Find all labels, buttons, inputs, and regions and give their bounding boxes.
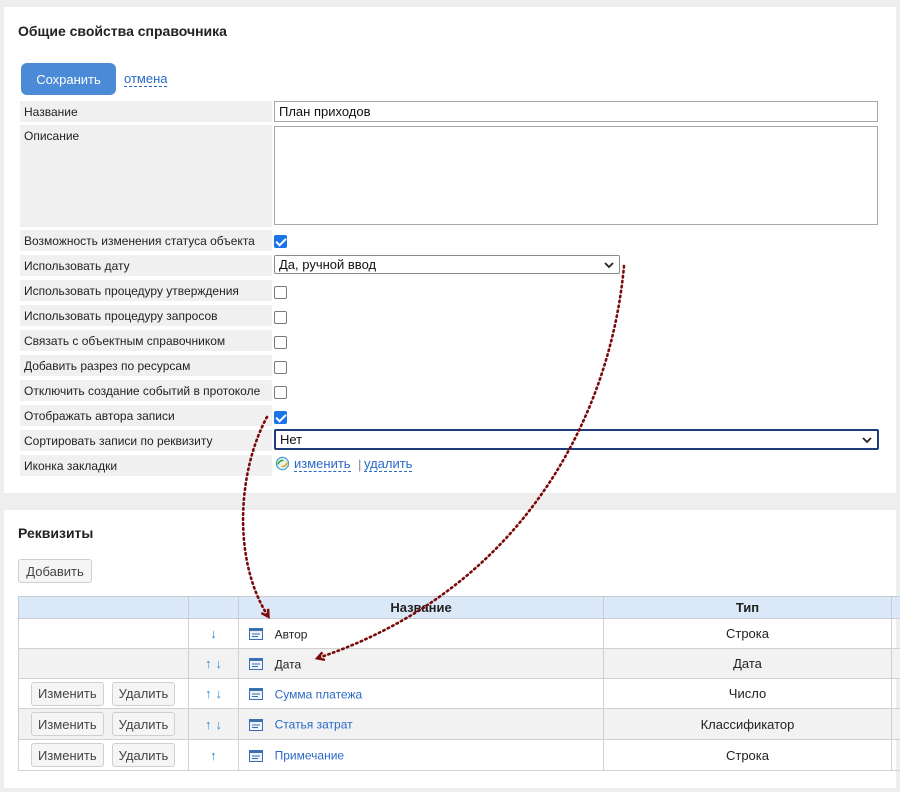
arrow-up-icon[interactable]: ↑ xyxy=(205,717,212,732)
field-label-status-change: Возможность изменения статуса объекта xyxy=(20,230,272,251)
chevron-down-icon xyxy=(862,437,872,444)
approval-checkbox[interactable] xyxy=(274,286,287,299)
field-form-icon xyxy=(249,718,263,731)
row-order-cell: ↑ xyxy=(188,739,239,771)
field-form-icon xyxy=(249,658,263,671)
table-row: ↑ ↓ Дата Дата xyxy=(18,648,900,679)
sort-select[interactable]: Нет xyxy=(274,429,879,450)
icon-change-link[interactable]: изменить xyxy=(294,457,351,472)
field-label-description: Описание xyxy=(20,125,272,227)
row-actions-cell: Изменить Удалить xyxy=(18,739,189,771)
field-label-requests: Использовать процедуру запросов xyxy=(20,305,272,326)
sort-select-value: Нет xyxy=(280,432,303,447)
row-order-cell: ↑ ↓ xyxy=(188,708,239,740)
row-actions-cell xyxy=(18,648,189,679)
column-header-type: Тип xyxy=(603,596,892,619)
requisite-name-link[interactable]: Примечание xyxy=(275,749,344,763)
edit-button[interactable]: Изменить xyxy=(31,712,104,736)
field-form-icon xyxy=(249,688,263,701)
arrow-down-icon[interactable]: ↓ xyxy=(216,656,223,671)
icon-delete-link[interactable]: удалить xyxy=(364,457,413,472)
name-input[interactable]: План приходов xyxy=(274,101,878,122)
table-row: Изменить Удалить ↑ Примечание Строка xyxy=(18,739,900,771)
description-textarea[interactable] xyxy=(274,126,878,225)
disable-events-checkbox[interactable] xyxy=(274,386,287,399)
arrow-down-icon[interactable]: ↓ xyxy=(216,686,223,701)
requisites-table: Название Тип ↓ Автор Строка ↑ ↓ Дата Дат… xyxy=(18,596,900,771)
column-header-actions xyxy=(18,596,189,619)
row-extra-cell xyxy=(891,708,900,740)
row-actions-cell xyxy=(18,618,189,649)
delete-button[interactable]: Удалить xyxy=(111,712,176,736)
row-actions-cell: Изменить Удалить xyxy=(18,708,189,740)
row-extra-cell xyxy=(891,618,900,649)
row-order-cell: ↓ xyxy=(188,618,239,649)
row-order-cell: ↑ ↓ xyxy=(188,678,239,709)
chevron-down-icon xyxy=(604,262,614,269)
requests-checkbox[interactable] xyxy=(274,311,287,324)
row-name-cell: Статья затрат xyxy=(238,708,604,740)
requisite-name-link[interactable]: Статья затрат xyxy=(275,718,353,732)
cancel-link[interactable]: отмена xyxy=(124,72,168,87)
arrow-down-icon[interactable]: ↓ xyxy=(210,626,217,641)
table-row: Изменить Удалить ↑ ↓ Сумма платежа Число xyxy=(18,678,900,709)
field-label-show-author: Отображать автора записи xyxy=(20,405,272,426)
requisite-type: Строка xyxy=(603,739,892,771)
field-label-link-object: Связать с объектным справочником xyxy=(20,330,272,351)
requisite-name-link[interactable]: Сумма платежа xyxy=(275,687,363,701)
requisite-name: Дата xyxy=(274,657,302,672)
field-label-name: Название xyxy=(20,101,272,122)
refresh-globe-icon xyxy=(275,456,290,471)
row-name-cell: Сумма платежа xyxy=(238,678,604,709)
link-object-checkbox[interactable] xyxy=(274,336,287,349)
use-date-select[interactable]: Да, ручной ввод xyxy=(274,255,620,274)
edit-button[interactable]: Изменить xyxy=(31,743,104,767)
requisite-type: Дата xyxy=(603,648,892,679)
status-change-checkbox[interactable] xyxy=(274,235,287,248)
row-extra-cell xyxy=(891,678,900,709)
table-header-row: Название Тип xyxy=(18,596,900,619)
row-name-cell: Дата xyxy=(238,648,604,679)
requisites-panel: Реквизиты Добавить Название Тип ↓ Автор … xyxy=(4,510,900,788)
edit-button[interactable]: Изменить xyxy=(31,681,104,706)
arrow-up-icon[interactable]: ↑ xyxy=(205,656,212,671)
field-label-bookmark-icon: Иконка закладки xyxy=(20,455,272,476)
arrow-up-icon[interactable]: ↑ xyxy=(205,686,212,701)
column-header-extra xyxy=(891,596,900,619)
requisite-type: Строка xyxy=(603,618,892,649)
field-form-icon xyxy=(249,749,263,762)
row-order-cell: ↑ ↓ xyxy=(188,648,239,679)
field-label-approval: Использовать процедуру утверждения xyxy=(20,280,272,301)
row-name-cell: Примечание xyxy=(238,739,604,771)
use-date-select-value: Да, ручной ввод xyxy=(279,257,377,272)
general-properties-title: Общие свойства справочника xyxy=(18,23,227,39)
add-requisite-button[interactable]: Добавить xyxy=(18,559,92,583)
field-form-icon xyxy=(249,628,263,641)
general-properties-panel: Общие свойства справочника Сохранить отм… xyxy=(4,7,896,493)
show-author-checkbox[interactable] xyxy=(274,411,287,424)
resources-checkbox[interactable] xyxy=(274,361,287,374)
requisites-title: Реквизиты xyxy=(18,525,94,541)
field-label-use-date: Использовать дату xyxy=(20,255,272,276)
column-header-order xyxy=(188,596,239,619)
delete-button[interactable]: Удалить xyxy=(111,743,176,767)
table-row: ↓ Автор Строка xyxy=(18,618,900,649)
delete-button[interactable]: Удалить xyxy=(111,681,176,706)
requisite-type: Классификатор xyxy=(603,708,892,740)
field-label-disable-events: Отключить создание событий в протоколе xyxy=(20,380,272,401)
table-row: Изменить Удалить ↑ ↓ Статья затрат Классиф… xyxy=(18,708,900,740)
arrow-down-icon[interactable]: ↓ xyxy=(216,717,223,732)
column-header-name: Название xyxy=(238,596,604,619)
row-extra-cell xyxy=(891,739,900,771)
field-label-resources: Добавить разрез по ресурсам xyxy=(20,355,272,376)
requisite-name: Автор xyxy=(274,627,308,642)
requisite-type: Число xyxy=(603,678,892,709)
field-label-sort: Сортировать записи по реквизиту xyxy=(20,430,272,451)
row-actions-cell: Изменить Удалить xyxy=(18,678,189,709)
row-name-cell: Автор xyxy=(238,618,604,649)
save-button[interactable]: Сохранить xyxy=(21,63,116,95)
icon-links-separator: | xyxy=(358,457,362,472)
row-extra-cell xyxy=(891,648,900,679)
arrow-up-icon[interactable]: ↑ xyxy=(210,748,217,763)
